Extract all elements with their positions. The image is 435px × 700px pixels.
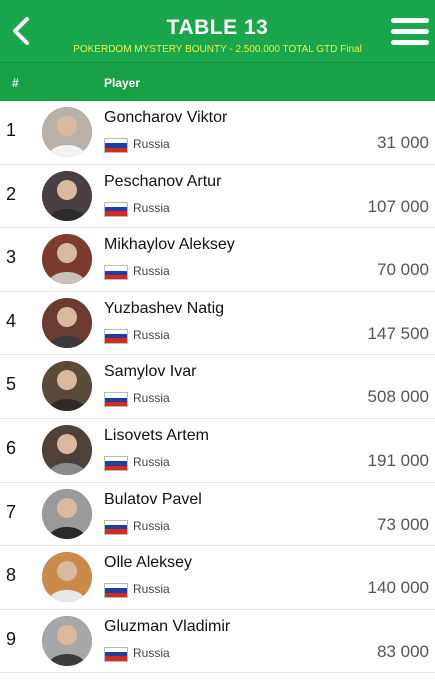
- avatar: [42, 424, 92, 475]
- player-rank: 8: [6, 565, 17, 586]
- russia-flag-icon: [104, 392, 128, 408]
- russia-flag-icon: [104, 646, 128, 662]
- player-rank: 4: [6, 310, 17, 331]
- player-name: Gluzman Vladimir: [104, 617, 231, 635]
- avatar: [42, 361, 92, 412]
- column-header-row: # Player: [0, 62, 435, 101]
- player-country: Russia: [133, 391, 170, 406]
- avatar: [42, 615, 92, 666]
- chip-count: 508 000: [367, 387, 429, 407]
- chip-count: 107 000: [367, 196, 429, 216]
- player-country: Russia: [133, 518, 170, 533]
- player-name: Yuzbashev Natig: [104, 299, 225, 317]
- player-row[interactable]: 3 Mikhaylov Aleksey Russia 70 000: [0, 228, 435, 292]
- avatar: [42, 107, 92, 157]
- russia-flag-icon: [104, 265, 128, 281]
- player-list: 1 Goncharov Viktor Russia 31 000 2 Peschanov …: [0, 101, 435, 674]
- avatar: [42, 297, 92, 348]
- column-header-player: Player: [104, 76, 141, 90]
- player-name: Goncharov Viktor: [104, 109, 228, 126]
- player-country: Russia: [133, 645, 170, 660]
- player-country: Russia: [133, 327, 170, 342]
- russia-flag-icon: [104, 138, 128, 153]
- avatar: [42, 552, 92, 603]
- player-row[interactable]: 2 Peschanov Artur Russia 107 000: [0, 165, 435, 229]
- russia-flag-icon: [104, 328, 128, 344]
- chip-count: 140 000: [367, 578, 429, 598]
- player-rank: 3: [6, 247, 17, 268]
- player-rank: 7: [6, 501, 17, 522]
- russia-flag-icon: [104, 201, 128, 217]
- avatar: [42, 170, 92, 221]
- player-name: Olle Aleksey: [104, 554, 193, 572]
- avatar: [42, 488, 92, 539]
- player-rank: 5: [6, 374, 17, 395]
- avatar: [42, 234, 92, 285]
- player-rank: 6: [6, 437, 17, 458]
- player-country: Russia: [133, 200, 170, 215]
- column-header-rank: #: [12, 76, 19, 90]
- page-title: TABLE 13: [166, 16, 269, 39]
- hamburger-menu-icon-bar: [391, 40, 429, 45]
- player-name: Samylov Ivar: [104, 363, 197, 381]
- chip-count: 70 000: [377, 260, 429, 280]
- player-row[interactable]: 5 Samylov Ivar Russia 508 000: [0, 355, 435, 419]
- player-name: Mikhaylov Aleksey: [104, 236, 235, 254]
- chip-count: 191 000: [367, 450, 429, 470]
- player-row[interactable]: 4 Yuzbashev Natig Russia 147 500: [0, 292, 435, 356]
- hamburger-menu-icon-bar: [391, 18, 429, 23]
- top-bar: TABLE 13 POKERDOM MYSTERY BOUNTY - 2.500…: [0, 0, 435, 62]
- player-name: Peschanov Artur: [104, 172, 222, 190]
- player-name: Lisovets Artem: [104, 426, 209, 444]
- player-country: Russia: [133, 582, 170, 597]
- chip-count: 73 000: [377, 514, 429, 534]
- chip-count: 147 500: [367, 323, 429, 343]
- russia-flag-icon: [104, 519, 128, 535]
- hamburger-menu-icon-bar: [391, 29, 429, 34]
- player-row[interactable]: 9 Gluzman Vladimir Russia 83 000: [0, 610, 435, 674]
- player-country: Russia: [133, 454, 170, 469]
- tournament-subtitle: POKERDOM MYSTERY BOUNTY - 2.500.000 TOTA…: [73, 44, 362, 55]
- menu-button[interactable]: [391, 18, 429, 48]
- player-rank: 9: [6, 628, 17, 649]
- player-rank: 2: [6, 183, 17, 204]
- player-rank: 1: [6, 120, 17, 140]
- player-country: Russia: [133, 264, 170, 279]
- player-row[interactable]: 8 Olle Aleksey Russia 140 000: [0, 546, 435, 610]
- player-name: Bulatov Pavel: [104, 490, 202, 508]
- player-row[interactable]: 7 Bulatov Pavel Russia 73 000: [0, 483, 435, 547]
- russia-flag-icon: [104, 455, 128, 471]
- player-row[interactable]: 6 Lisovets Artem Russia 191 000: [0, 419, 435, 483]
- russia-flag-icon: [104, 583, 128, 599]
- player-row[interactable]: 1 Goncharov Viktor Russia 31 000: [0, 101, 435, 165]
- chip-count: 83 000: [377, 641, 429, 661]
- chip-count: 31 000: [377, 133, 429, 152]
- player-country: Russia: [133, 137, 170, 151]
